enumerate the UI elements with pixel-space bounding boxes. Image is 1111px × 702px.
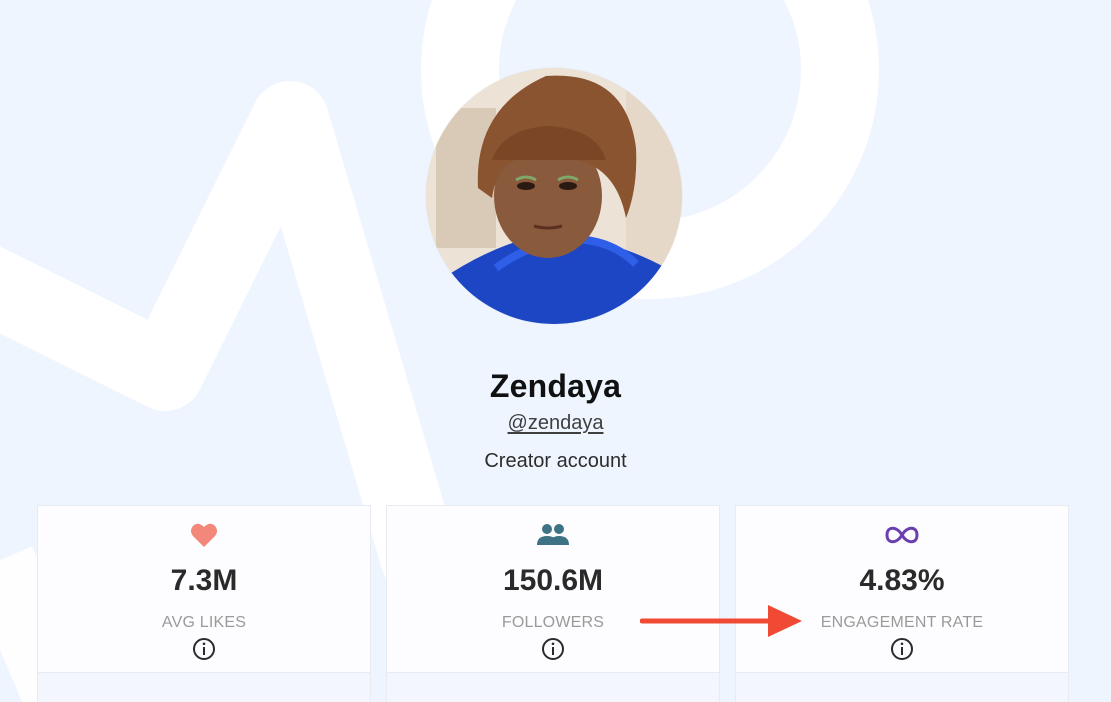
card-continuation	[386, 673, 720, 702]
profile-page: Zendaya @zendaya Creator account 7.3M AV…	[0, 0, 1111, 702]
profile-handle[interactable]: @zendaya	[0, 412, 1111, 435]
stat-label: ENGAGEMENT RATE	[820, 614, 984, 631]
stat-label: FOLLOWERS	[501, 614, 605, 631]
stat-card-avg-likes: 7.3M AVG LIKES	[37, 505, 371, 673]
stat-value: 4.83%	[859, 564, 945, 597]
account-type: Creator account	[484, 450, 627, 472]
avatar-image	[426, 68, 682, 324]
infinity-icon	[736, 520, 1068, 550]
stat-card-engagement-rate: 4.83% ENGAGEMENT RATE	[735, 505, 1069, 673]
profile-name: Zendaya	[489, 368, 622, 404]
stat-value: 7.3M	[170, 564, 238, 597]
info-icon[interactable]	[541, 637, 565, 661]
users-icon	[387, 520, 719, 550]
stat-card-followers: 150.6M FOLLOWERS	[386, 505, 720, 673]
heart-icon	[38, 520, 370, 550]
card-continuation	[37, 673, 371, 702]
card-continuation	[735, 673, 1069, 702]
stat-label: AVG LIKES	[161, 614, 247, 631]
stat-value: 150.6M	[502, 564, 604, 597]
profile-handle-link[interactable]: @zendaya	[508, 412, 604, 434]
info-icon[interactable]	[192, 637, 216, 661]
info-icon[interactable]	[890, 637, 914, 661]
avatar[interactable]	[426, 68, 682, 324]
